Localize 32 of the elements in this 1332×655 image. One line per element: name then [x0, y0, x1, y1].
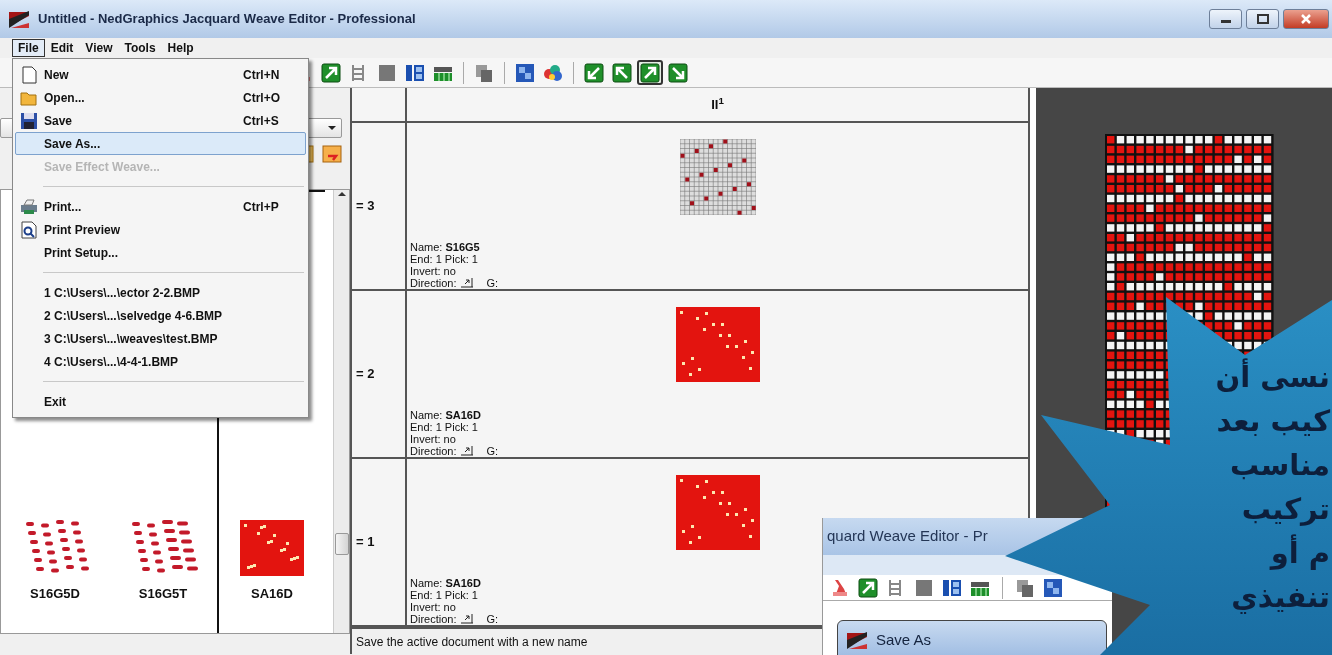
callout-text: نسى أن	[1215, 357, 1330, 396]
callout-text: تركيب	[1241, 491, 1330, 528]
callout-text: كيب بعد	[1216, 403, 1330, 440]
column-header: II$^{1}$	[711, 94, 724, 114]
callout-text: تنفيذي	[1231, 579, 1330, 616]
weave-name: Name: SA16D	[410, 576, 481, 589]
row-label: = 3	[356, 197, 375, 216]
invert-text: Invert: no	[410, 600, 456, 613]
dialog-title: Save As	[876, 629, 932, 650]
callout-text: مناسب	[1230, 447, 1330, 484]
invert-text: Invert: no	[410, 432, 456, 445]
end-pick-text: End: 1 Pick: 1	[410, 420, 478, 433]
end-pick-text: End: 1 Pick: 1	[410, 588, 478, 601]
invert-text: Invert: no	[410, 264, 456, 277]
direction-label: Direction:	[410, 612, 457, 625]
status-text: Save the active document with a new name	[356, 633, 588, 651]
end-pick-text: End: 1 Pick: 1	[410, 252, 478, 265]
callout-text: م أو	[1270, 533, 1330, 572]
direction-label: Direction:	[410, 276, 457, 289]
g-label: G:	[486, 612, 499, 625]
row-label: = 1	[356, 533, 375, 552]
direction-label: Direction:	[410, 444, 457, 457]
weave-name: Name: SA16D	[410, 408, 481, 421]
thumbnail-label: S16G5D	[30, 584, 80, 603]
weave-name: Name: S16G5	[410, 240, 480, 253]
g-label: G:	[486, 444, 499, 457]
thumbnail-label: S16G5T	[138, 584, 188, 603]
g-label: G:	[486, 276, 499, 289]
row-label: = 2	[356, 365, 375, 384]
window-title: Untitled - NedGraphics Jacquard Weave Editor - Professional	[38, 10, 416, 29]
window-title: quard Weave Editor - Pr	[827, 526, 988, 547]
thumbnail-label: SA16D	[251, 584, 293, 603]
